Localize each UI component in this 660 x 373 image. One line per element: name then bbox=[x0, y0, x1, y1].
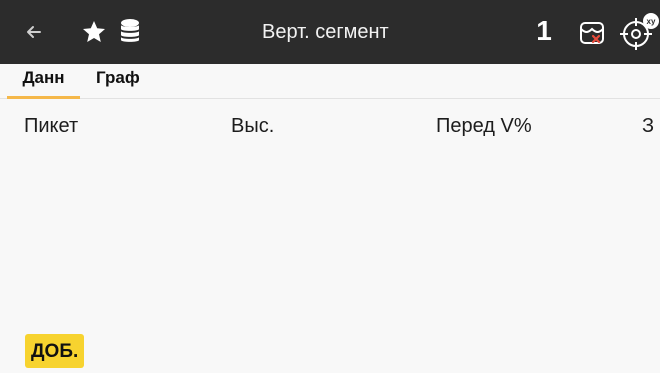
active-tab-indicator bbox=[7, 96, 80, 99]
tab-data-label: Данн bbox=[22, 68, 65, 87]
star-icon[interactable] bbox=[80, 18, 108, 46]
column-header-grade-in: Перед V% bbox=[436, 115, 532, 137]
table-header: Пикет Выс. Перед V% З bbox=[0, 112, 660, 142]
tab-graph[interactable]: Граф bbox=[96, 64, 146, 98]
column-header-station: Пикет bbox=[24, 115, 79, 137]
page-title: Верт. сегмент bbox=[262, 21, 389, 43]
tab-data[interactable]: Данн bbox=[7, 64, 80, 99]
svg-text:xy: xy bbox=[647, 17, 656, 26]
column-header-truncated: З bbox=[642, 115, 655, 137]
back-arrow-icon[interactable] bbox=[20, 18, 48, 46]
tab-bar: Данн Граф bbox=[0, 64, 660, 99]
tab-graph-label: Граф bbox=[96, 68, 140, 87]
add-button[interactable]: ДОБ. bbox=[25, 334, 85, 368]
crosshair-xy-icon[interactable]: xy bbox=[620, 12, 660, 52]
database-icon[interactable] bbox=[119, 17, 141, 45]
point-count-badge: 1 bbox=[536, 15, 552, 46]
column-header-elevation: Выс. bbox=[231, 115, 275, 137]
app-bar: Верт. сегмент 1 xy bbox=[0, 0, 660, 64]
storefront-icon[interactable] bbox=[577, 18, 607, 48]
